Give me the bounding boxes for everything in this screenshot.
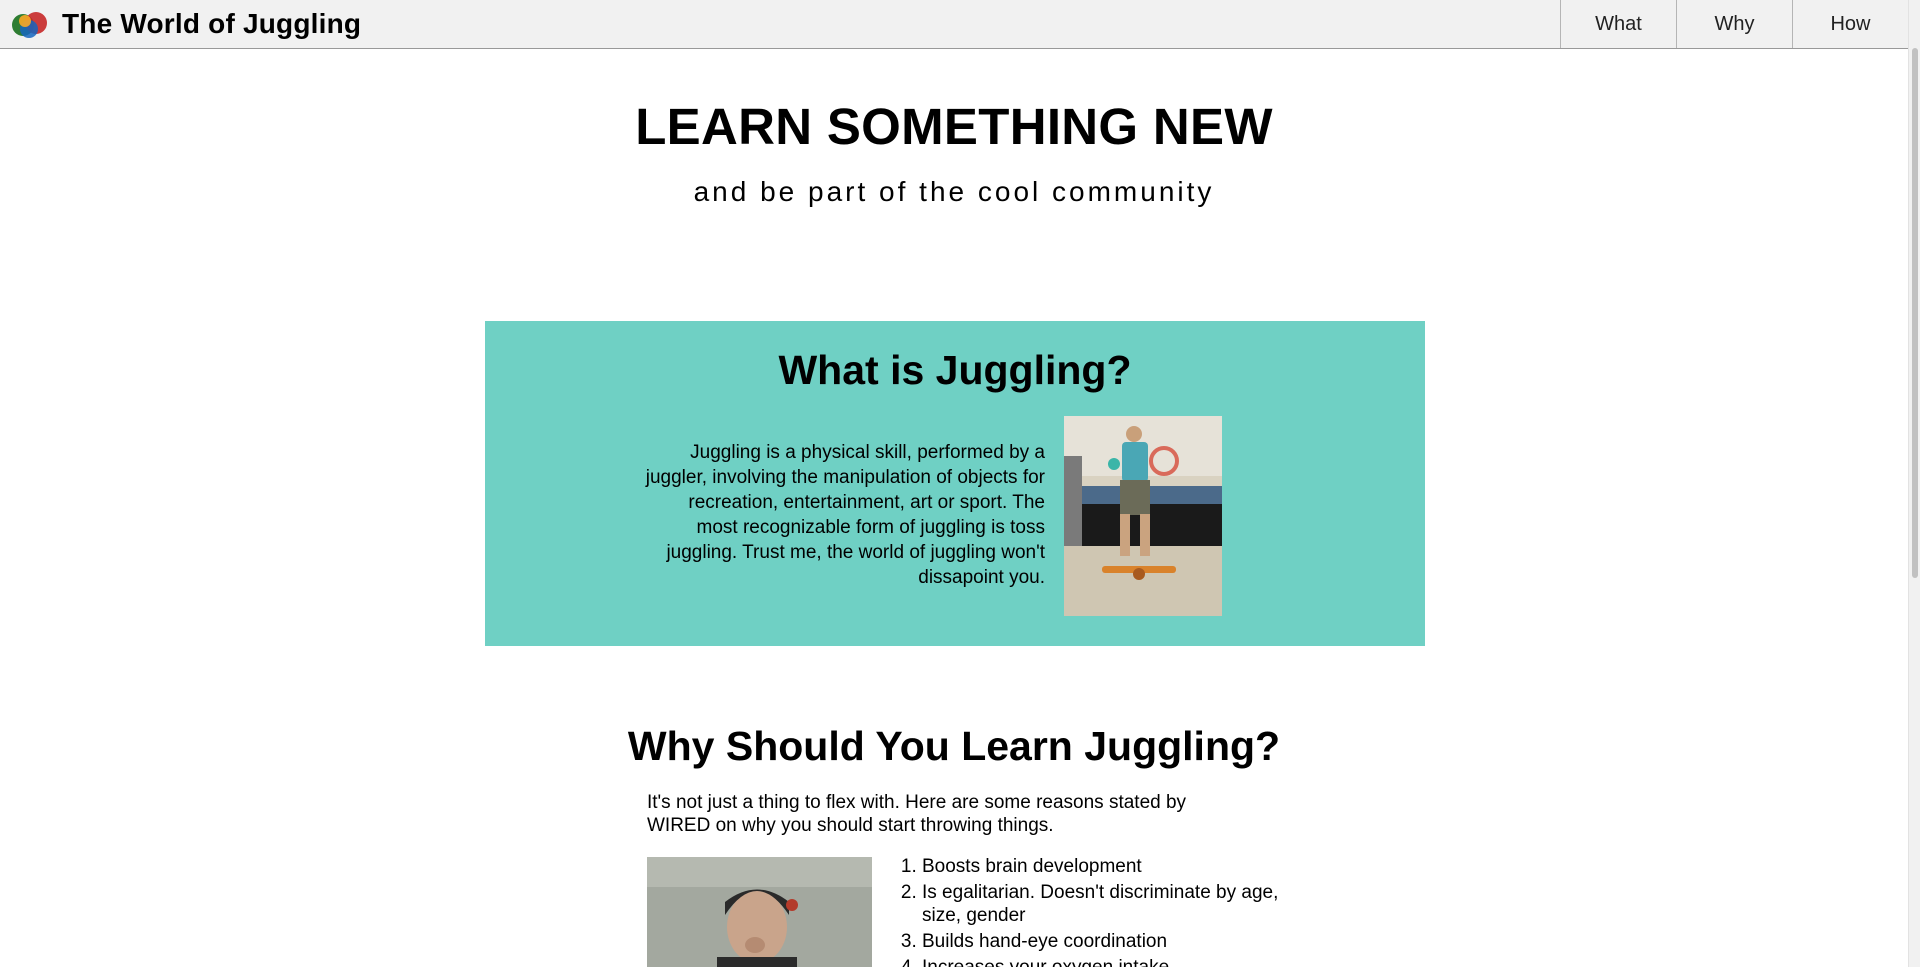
what-section: What is Juggling? Juggling is a physical… [485,321,1425,646]
hero-title: LEARN SOMETHING NEW [635,98,1273,155]
juggler-on-balance-board-photo [1064,416,1222,616]
nav-links: What Why How [1560,0,1908,48]
nav-link-why[interactable]: Why [1676,0,1792,48]
vertical-scrollbar[interactable] [1908,0,1920,967]
nav-link-what[interactable]: What [1560,0,1676,48]
top-navbar: The World of Juggling What Why How [0,0,1908,49]
juggling-balls-logo-icon [12,12,47,38]
what-section-title: What is Juggling? [778,347,1132,393]
what-section-text: Juggling is a physical skill, performed … [645,442,1045,588]
brand[interactable]: The World of Juggling [10,5,361,43]
list-item: Is egalitarian. Doesn't discriminate by … [922,881,1292,927]
site-title: The World of Juggling [62,8,362,39]
why-section-intro: It's not just a thing to flex with. Here… [647,792,1187,836]
hero-subtitle: and be part of the cool community [693,176,1215,207]
list-item: Builds hand-eye coordination [922,930,1292,953]
juggler-photo-graphic [1064,416,1222,616]
list-item: Boosts brain development [922,855,1292,878]
list-item: Increases your oxygen intake [922,956,1292,967]
scrollbar-thumb[interactable] [1912,48,1918,578]
why-section-title: Why Should You Learn Juggling? [627,723,1281,769]
why-reasons-list: Boosts brain development Is egalitarian.… [898,855,1292,967]
page: The World of Juggling What Why How LEARN… [0,0,1920,967]
person-juggling-video-still [647,857,872,967]
nav-link-how[interactable]: How [1792,0,1908,48]
juggling-video-graphic [647,857,872,967]
